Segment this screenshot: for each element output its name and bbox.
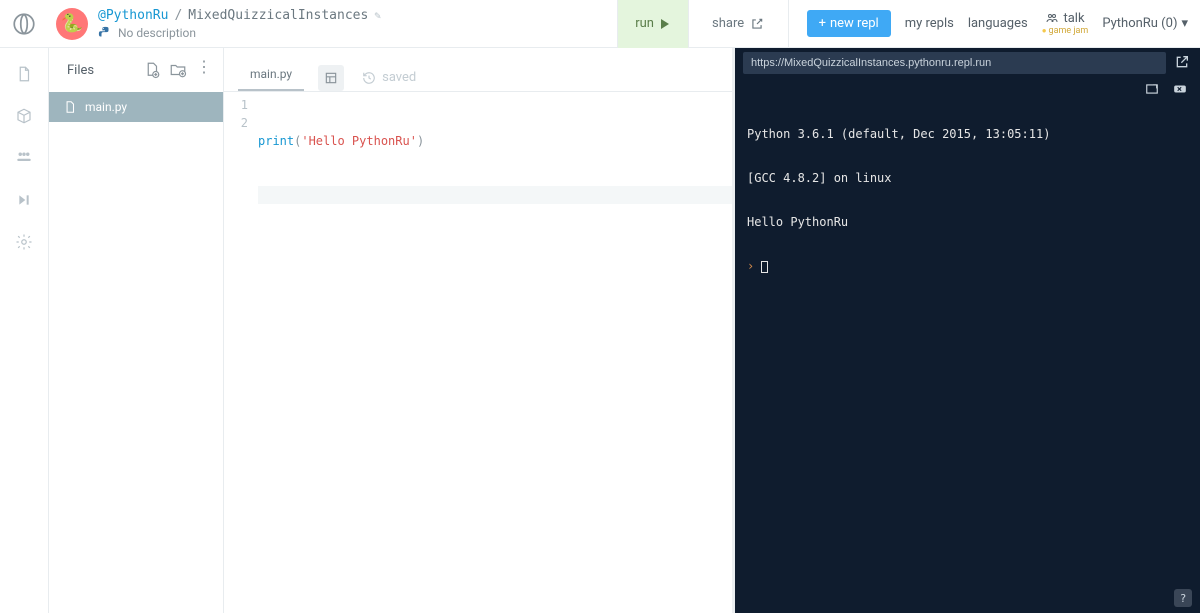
- owner-link[interactable]: @PythonRu: [98, 8, 168, 23]
- code-editor[interactable]: 1 2 print('Hello PythonRu'): [224, 92, 732, 613]
- file-name: main.py: [85, 100, 127, 114]
- talk-sublabel: game jam: [1042, 27, 1089, 36]
- code-line[interactable]: [258, 186, 732, 204]
- saved-label: saved: [382, 70, 416, 85]
- avatar[interactable]: 🐍: [56, 8, 88, 40]
- activity-bar: [0, 48, 49, 613]
- share-label: share: [712, 16, 744, 31]
- console-prompt[interactable]: ›: [747, 258, 1188, 274]
- path-separator: /: [174, 8, 182, 23]
- history-icon: [362, 71, 376, 85]
- open-external-icon[interactable]: [1174, 54, 1192, 72]
- share-icon: [750, 17, 764, 31]
- talk-label: talk: [1063, 12, 1084, 25]
- layout-icon[interactable]: [318, 65, 344, 91]
- saved-indicator: saved: [362, 70, 416, 85]
- nav-languages[interactable]: languages: [968, 16, 1028, 31]
- gear-icon[interactable]: [14, 232, 34, 252]
- file-outline-icon[interactable]: [14, 64, 34, 84]
- share-button[interactable]: share: [689, 0, 789, 48]
- console-panel: https://MixedQuizzicalInstances.pythonru…: [735, 48, 1200, 613]
- console-line: Hello PythonRu: [747, 214, 1188, 230]
- people-icon: [1045, 12, 1059, 24]
- more-icon[interactable]: ⋮: [195, 61, 213, 79]
- user-menu-label: PythonRu (0): [1102, 16, 1177, 31]
- new-file-icon[interactable]: [143, 61, 161, 79]
- run-label: run: [635, 16, 654, 31]
- terminal-pop-out-icon[interactable]: [1142, 82, 1162, 96]
- files-panel: Files ⋮ main.py: [49, 48, 224, 613]
- file-icon: [63, 100, 77, 114]
- code-line[interactable]: print('Hello PythonRu'): [258, 132, 732, 150]
- run-button[interactable]: run: [617, 0, 689, 48]
- console-output[interactable]: Python 3.6.1 (default, Dec 2015, 13:05:1…: [735, 78, 1200, 613]
- new-folder-icon[interactable]: [169, 61, 187, 79]
- nav-talk[interactable]: talk game jam: [1042, 12, 1089, 36]
- plus-icon: +: [819, 16, 826, 31]
- chevron-down-icon: ▾: [1181, 16, 1188, 31]
- project-description[interactable]: No description: [118, 26, 196, 40]
- line-gutter: 1 2: [224, 96, 258, 613]
- play-icon: [660, 19, 670, 29]
- help-icon[interactable]: ?: [1174, 589, 1192, 607]
- python-icon: [98, 26, 112, 40]
- nav-my-repls[interactable]: my repls: [905, 16, 954, 31]
- new-repl-label: new repl: [830, 16, 879, 31]
- group-icon[interactable]: [14, 148, 34, 168]
- files-panel-title: Files: [67, 63, 135, 78]
- console-line: [GCC 4.8.2] on linux: [747, 170, 1188, 186]
- new-repl-button[interactable]: + new repl: [807, 10, 891, 37]
- editor-tab[interactable]: main.py: [238, 59, 304, 91]
- breadcrumb: @PythonRu / MixedQuizzicalInstances ✎: [98, 8, 381, 23]
- replit-logo-icon[interactable]: [10, 10, 38, 38]
- clear-console-icon[interactable]: [1170, 82, 1190, 96]
- console-line: Python 3.6.1 (default, Dec 2015, 13:05:1…: [747, 126, 1188, 142]
- editor-panel: main.py saved 1 2 print('Hello PythonRu'…: [224, 48, 735, 613]
- step-forward-icon[interactable]: [14, 190, 34, 210]
- repl-url-bar[interactable]: https://MixedQuizzicalInstances.pythonru…: [743, 52, 1166, 74]
- edit-icon[interactable]: ✎: [374, 9, 381, 22]
- cube-icon[interactable]: [14, 106, 34, 126]
- file-row[interactable]: main.py: [49, 92, 223, 122]
- project-name[interactable]: MixedQuizzicalInstances: [188, 8, 368, 23]
- user-menu[interactable]: PythonRu (0) ▾: [1102, 16, 1188, 31]
